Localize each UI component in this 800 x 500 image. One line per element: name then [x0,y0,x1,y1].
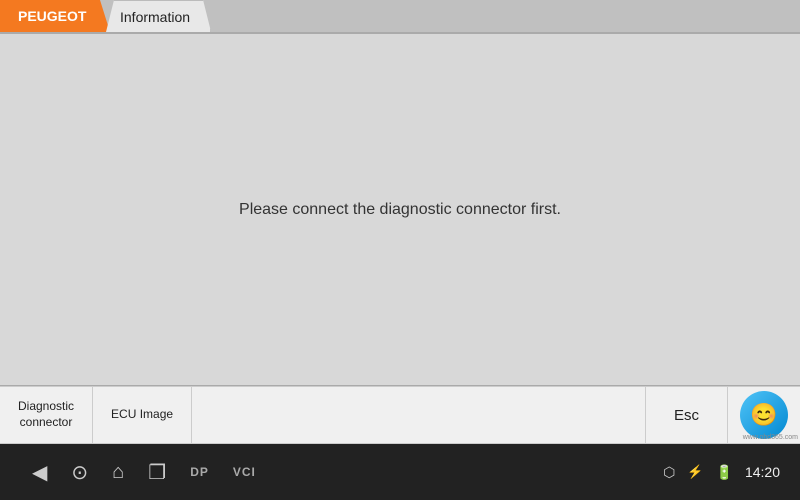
copy-button[interactable]: ❐ [136,460,178,485]
camera-icon: ⊙ [71,460,88,485]
action-bar: Diagnostic connector ECU Image Esc 😊 www… [0,386,800,444]
nav-left: ◀ ⊙ ⌂ ❐ DP VCI [20,460,268,485]
back-button[interactable]: ◀ [20,460,59,485]
top-bar: PEUGEOT Information [0,0,800,34]
dp-label: DP [190,465,209,479]
clock: 14:20 [745,464,780,480]
diagnostic-connector-button[interactable]: Diagnostic connector [0,387,93,443]
watermark: www.obd365.com [743,434,798,441]
brand-label: PEUGEOT [18,8,86,24]
vci-button[interactable]: VCI [221,465,268,479]
ecu-image-button[interactable]: ECU Image [93,387,192,443]
dp-button[interactable]: DP [178,465,221,479]
camera-button[interactable]: ⊙ [59,460,100,485]
back-icon: ◀ [32,460,47,485]
diag-line2: connector [20,415,73,431]
nav-bar: ◀ ⊙ ⌂ ❐ DP VCI 14:20 [0,444,800,500]
esc-button[interactable]: Esc [645,387,728,443]
information-label: Information [120,9,190,25]
diag-line1: Diagnostic [18,399,74,415]
bluetooth-icon [687,464,703,480]
action-spacer [192,387,645,443]
app-logo: 😊 [740,391,788,439]
wifi-icon [663,464,675,481]
vci-label: VCI [233,465,256,479]
nav-right: 14:20 [663,464,780,481]
main-content: Please connect the diagnostic connector … [0,34,800,386]
copy-icon: ❐ [148,460,166,485]
tab-information[interactable]: Information [106,0,211,32]
tab-peugeot[interactable]: PEUGEOT [0,0,110,32]
connector-message: Please connect the diagnostic connector … [239,201,561,219]
battery-icon [716,464,733,481]
esc-label: Esc [674,407,699,424]
home-icon: ⌂ [112,461,124,484]
ecu-image-label: ECU Image [111,407,173,423]
logo-box: 😊 www.obd365.com [728,387,800,443]
logo-symbol: 😊 [750,402,777,428]
home-button[interactable]: ⌂ [100,461,136,484]
